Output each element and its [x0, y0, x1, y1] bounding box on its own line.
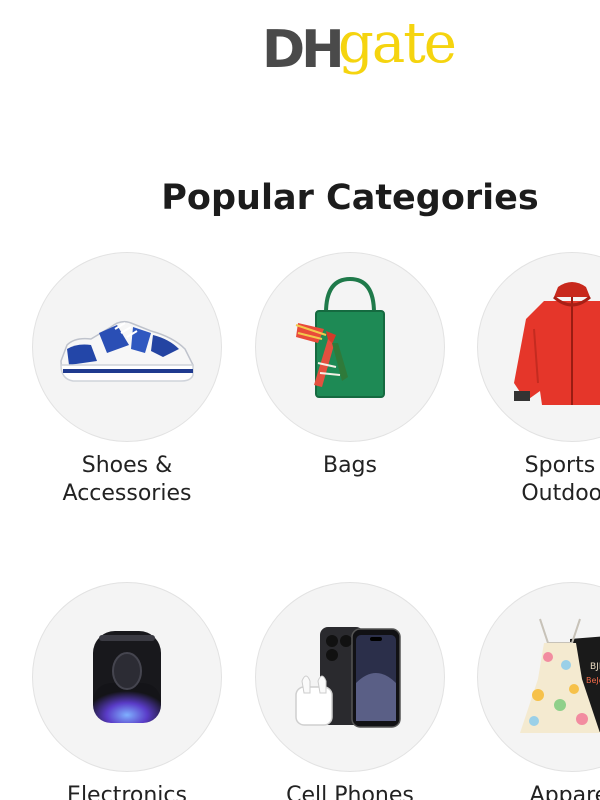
- svg-text:BeJoss: BeJoss: [586, 676, 600, 685]
- category-label[interactable]: Shoes & Accessories: [16, 452, 238, 508]
- sneaker-image: [60, 320, 194, 382]
- section-title: Popular Categories: [161, 178, 539, 218]
- category-image-circle[interactable]: [255, 582, 445, 772]
- category-label[interactable]: Bags: [239, 452, 461, 480]
- category-image-circle[interactable]: [255, 252, 445, 442]
- svg-text:BJHG: BJHG: [590, 662, 600, 672]
- category-image-circle[interactable]: [32, 582, 222, 772]
- category-image-circle[interactable]: [477, 252, 600, 442]
- category-label[interactable]: Cell Phones: [239, 782, 461, 800]
- smart-speaker-image: [93, 631, 161, 723]
- jacket-image: [514, 282, 600, 405]
- page: DH gate Popular Categories Shoes & Acces…: [0, 0, 600, 800]
- category-label[interactable]: Apparel: [461, 782, 600, 800]
- category-label[interactable]: Electronics: [16, 782, 238, 800]
- logo-dh-text: DH: [262, 20, 345, 80]
- category-image-circle[interactable]: [32, 252, 222, 442]
- logo-gate-text: gate: [338, 11, 457, 76]
- category-label[interactable]: Sports & Outdoors: [461, 452, 600, 508]
- category-image-circle[interactable]: BJHG BeJoss: [477, 582, 600, 772]
- dhgate-logo[interactable]: DH gate: [262, 16, 457, 92]
- dress-sweatshirt-image: BJHG BeJoss: [520, 618, 600, 733]
- handbag-image: [295, 276, 385, 398]
- phone-earbuds-image: [295, 627, 401, 728]
